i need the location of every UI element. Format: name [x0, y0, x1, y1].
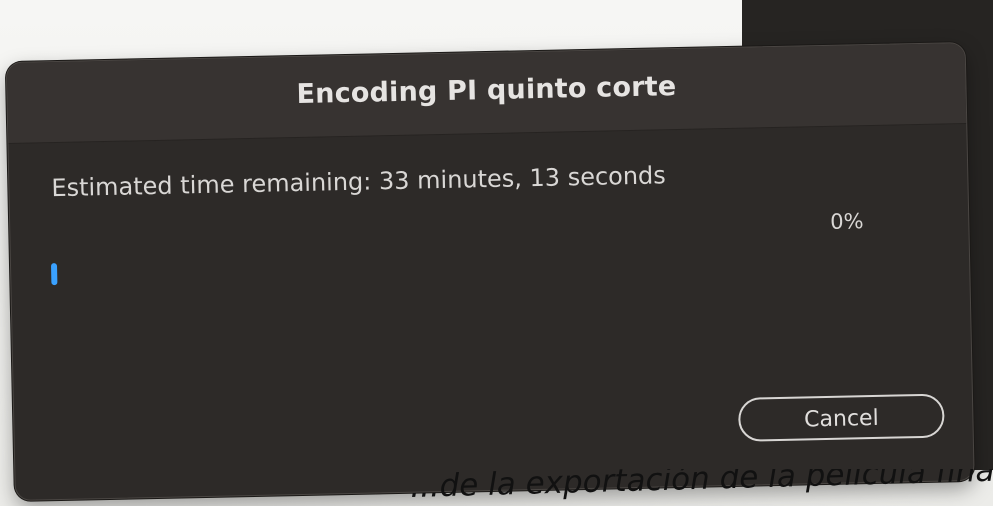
page-caption: ...de la exportación de la película fina: [410, 469, 993, 505]
progress-bar: [50, 240, 917, 288]
cancel-button[interactable]: Cancel: [737, 393, 945, 442]
estimated-time-text: Estimated time remaining: 33 minutes, 13…: [51, 161, 667, 203]
photo-scene: Encoding PI quinto corte Estimated time …: [0, 0, 993, 506]
dialog-wrapper: Encoding PI quinto corte Estimated time …: [0, 0, 993, 506]
dialog-titlebar: Encoding PI quinto corte: [6, 43, 967, 145]
progress-percentage: 0%: [830, 209, 864, 234]
encoding-dialog: Encoding PI quinto corte Estimated time …: [5, 41, 975, 502]
page-caption-area: ...de la exportación de la película fina: [410, 469, 993, 506]
progress-fill: [50, 263, 58, 286]
dialog-title: Encoding PI quinto corte: [296, 71, 677, 111]
